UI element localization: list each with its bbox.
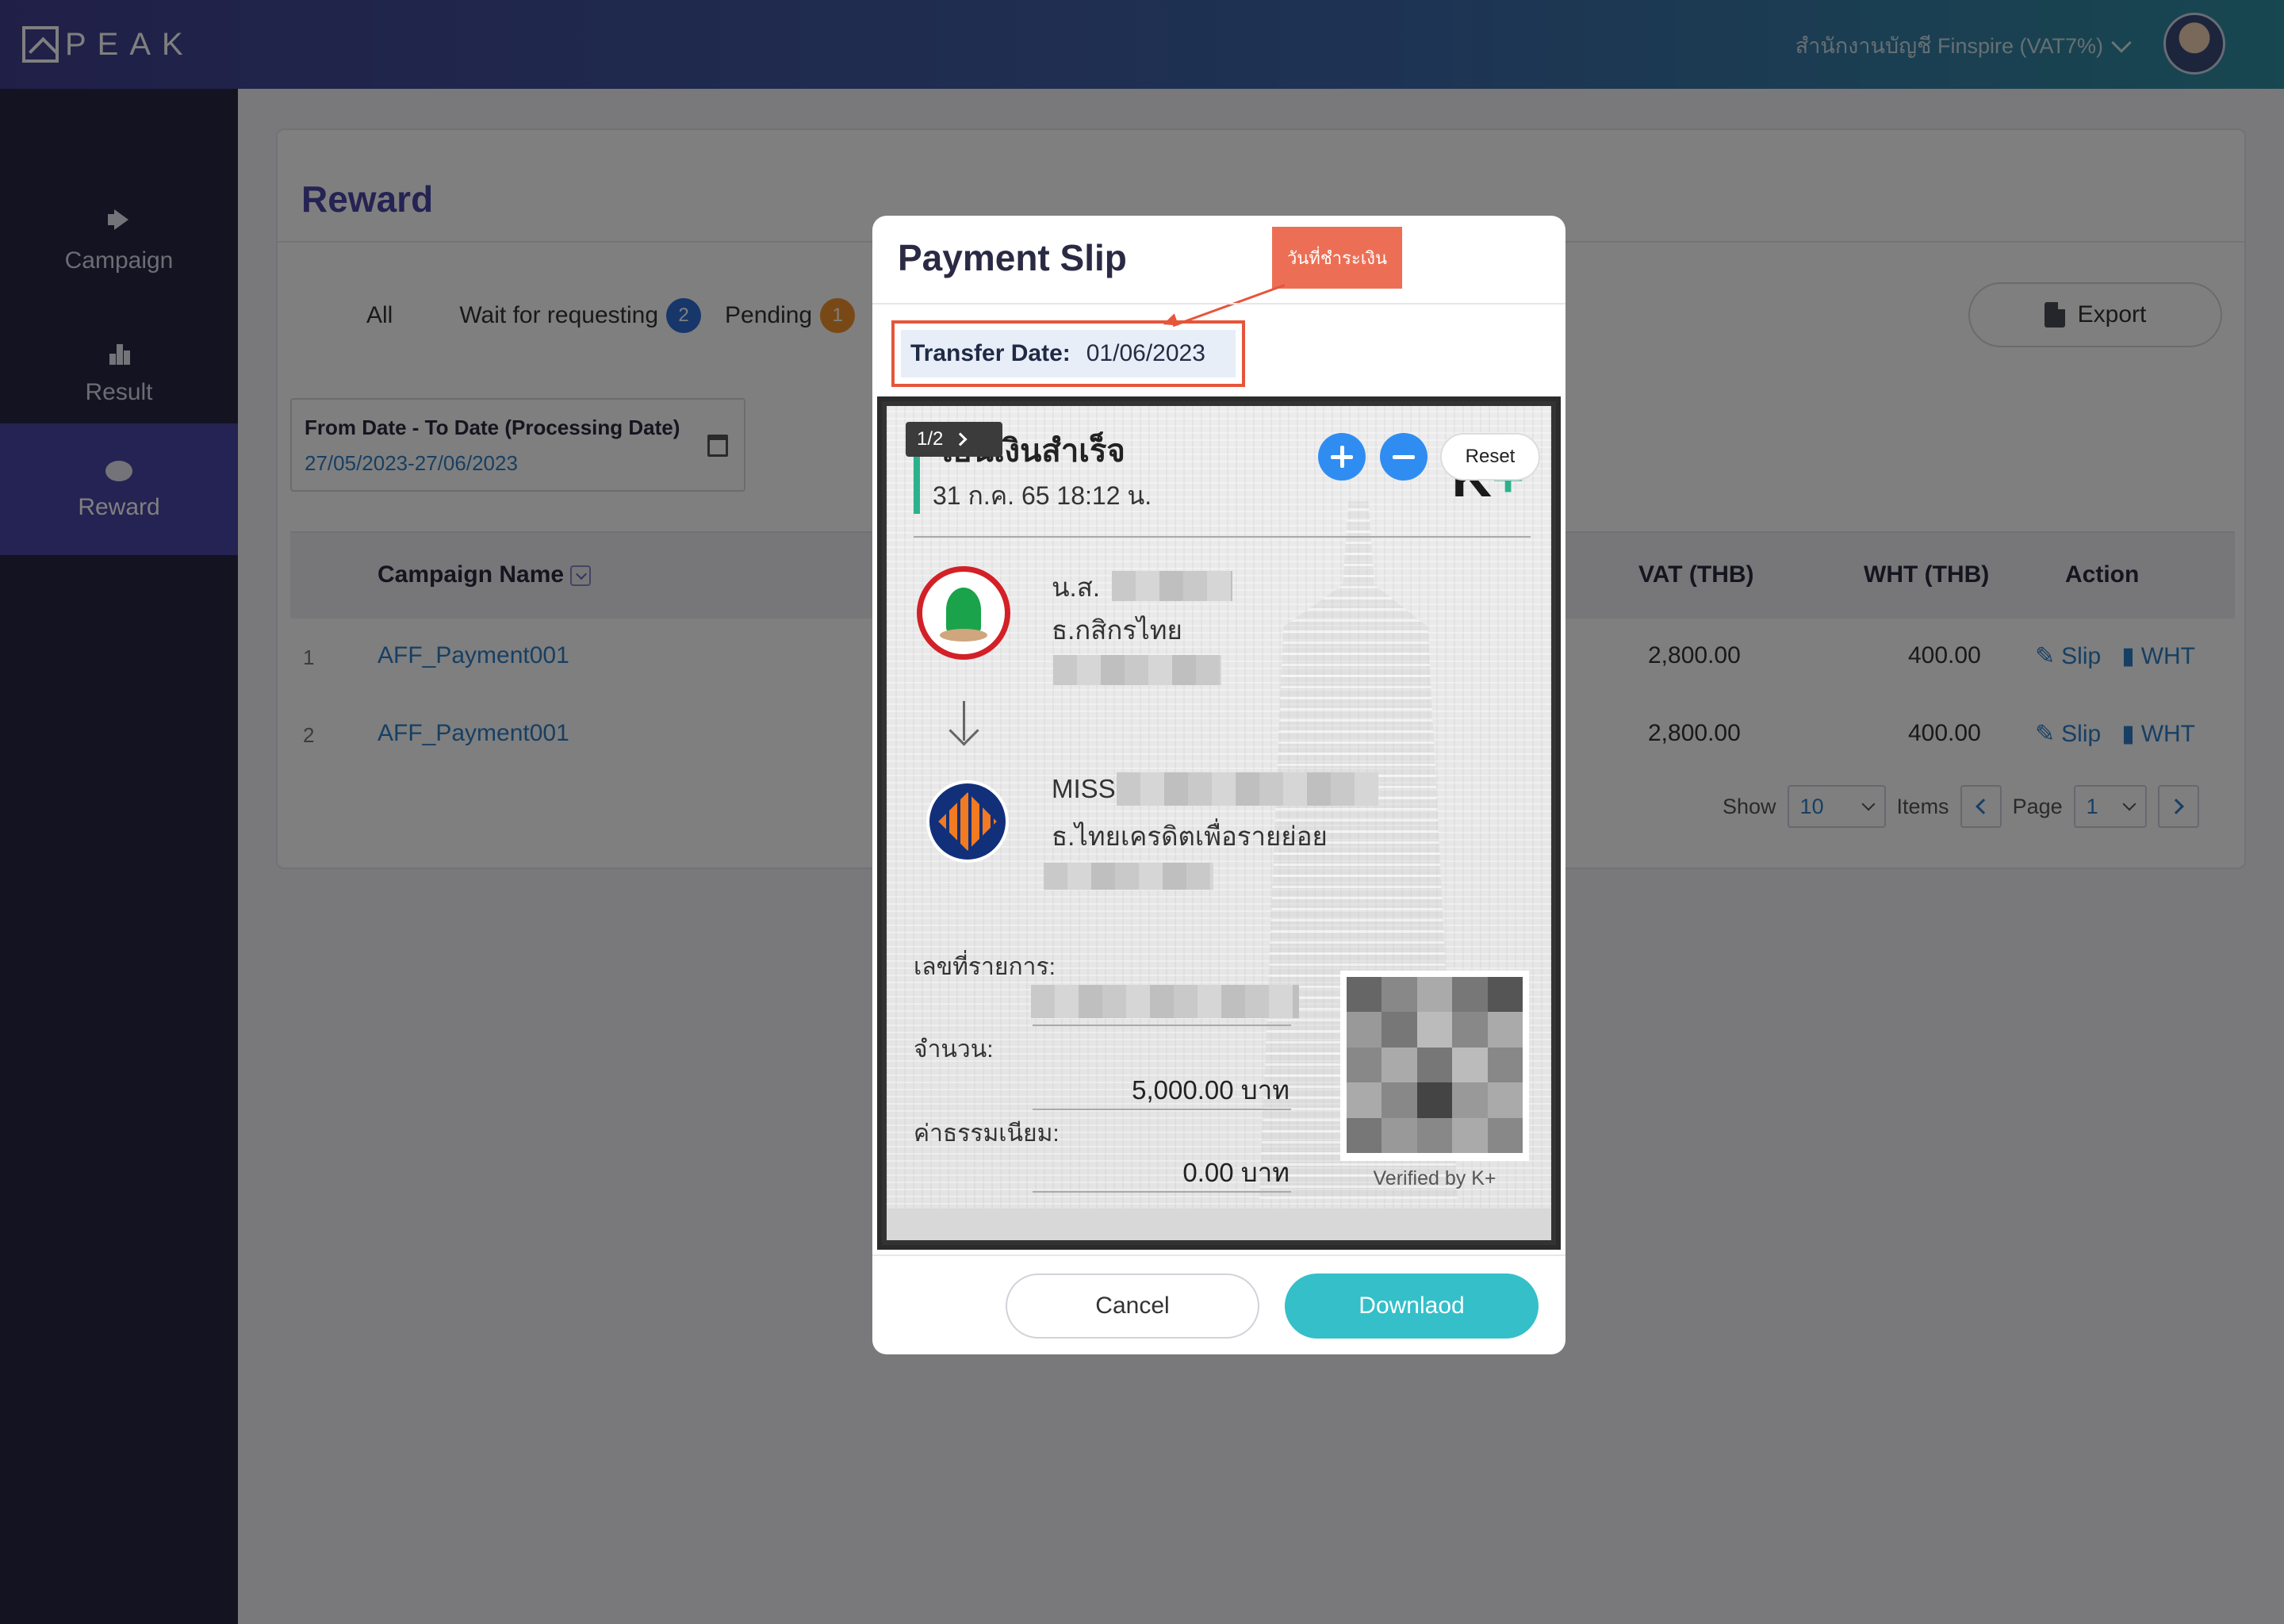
redacted-sender-name	[1112, 571, 1232, 601]
slip-footer-strip	[887, 1208, 1551, 1240]
zoom-in-button[interactable]	[1318, 433, 1366, 481]
payment-slip-modal: Payment Slip วันที่ชำระเงิน Transfer Dat…	[872, 216, 1565, 1354]
redacted-qr-code	[1347, 977, 1523, 1153]
redacted-receiver-account	[1044, 863, 1213, 890]
transfer-date-label: Transfer Date:	[910, 340, 1071, 366]
accent-bar	[914, 454, 920, 514]
redacted-receiver-name	[1117, 772, 1378, 806]
reset-zoom-button[interactable]: Reset	[1440, 433, 1540, 481]
image-pager-label: 1/2	[917, 428, 944, 450]
fee-label: ค่าธรรมเนียม:	[914, 1120, 1060, 1147]
chevron-right-icon	[953, 432, 968, 446]
amount-value: 5,000.00 บาท	[1132, 1075, 1290, 1105]
receiver-name-prefix: MISS	[1052, 774, 1116, 803]
redacted-reference-number	[1031, 985, 1299, 1018]
sender-bank: ธ.กสิกรไทย	[1052, 615, 1182, 645]
qr-code	[1340, 971, 1529, 1161]
zoom-out-button[interactable]	[1380, 433, 1428, 481]
annotation-callout: วันที่ชำระเงิน	[1272, 227, 1402, 289]
minus-icon	[1393, 454, 1415, 459]
cancel-button[interactable]: Cancel	[1006, 1274, 1259, 1339]
reference-label: เลขที่รายการ:	[914, 954, 1056, 980]
sender-name-prefix: น.ส.	[1052, 573, 1101, 602]
transfer-date: Transfer Date: 01/06/2023	[901, 330, 1236, 377]
plus-icon-vertical	[1339, 446, 1344, 468]
receiver-bank: ธ.ไทยเครดิตเพื่อรายย่อย	[1052, 822, 1328, 851]
transfer-date-highlight: Transfer Date: 01/06/2023	[891, 320, 1245, 387]
verified-by-kplus: Verified by K+	[1373, 1167, 1496, 1189]
fee-value: 0.00 บาท	[1182, 1158, 1290, 1187]
slip-datetime: 31 ก.ค. 65 18:12 น.	[933, 481, 1152, 510]
image-pager[interactable]: 1/2	[906, 422, 1002, 457]
divider	[872, 1254, 1565, 1256]
redacted-sender-account	[1053, 655, 1221, 685]
kasikorn-bank-logo	[917, 566, 1010, 660]
amount-label: จำนวน:	[914, 1036, 994, 1063]
arrow-down-icon	[948, 701, 980, 742]
thai-credit-bank-logo	[926, 780, 1009, 863]
transfer-date-value: 01/06/2023	[1086, 340, 1205, 366]
slip-image-viewer[interactable]: โอนเงินสำเร็จ 31 ก.ค. 65 18:12 น. K+ น.ส…	[877, 396, 1561, 1250]
payment-slip-image: โอนเงินสำเร็จ 31 ก.ค. 65 18:12 น. K+ น.ส…	[887, 406, 1551, 1240]
divider	[1033, 1025, 1291, 1026]
modal-title: Payment Slip	[898, 237, 1127, 278]
divider	[914, 536, 1531, 538]
divider	[872, 303, 1565, 304]
divider	[1033, 1191, 1291, 1193]
divider	[1033, 1109, 1291, 1110]
download-button[interactable]: Downlaod	[1285, 1274, 1539, 1339]
